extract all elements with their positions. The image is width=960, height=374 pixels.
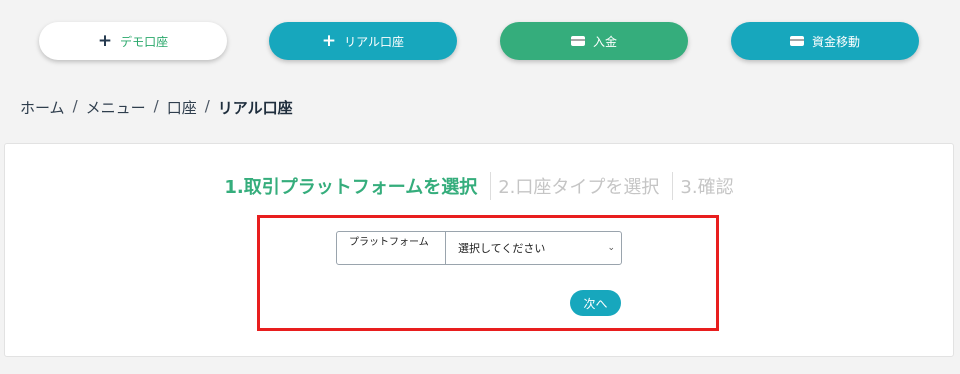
plus-icon: + [321,30,337,51]
breadcrumb-separator: / [204,97,210,115]
card-icon [789,36,804,46]
step-divider [490,172,492,200]
step-1-label: 1.取引プラットフォームを選択 [224,177,478,198]
step-2-label: 2.口座タイプを選択 [498,177,660,198]
card-icon [570,36,585,46]
transfer-button[interactable]: 資金移動 [731,22,919,60]
breadcrumb-account[interactable]: 口座 [167,97,197,118]
demo-account-button[interactable]: + デモ口座 [39,22,227,60]
transfer-label: 資金移動 [811,34,860,49]
breadcrumb-separator: / [72,97,78,115]
step-3-label: 3.確認 [680,177,734,198]
deposit-label: 入金 [592,34,617,49]
platform-dropdown[interactable]: 選択してください ⌄ [446,232,621,264]
real-account-label: リアル口座 [344,34,405,49]
platform-selected-value: 選択してください [458,242,546,255]
step-indicator: 1.取引プラットフォームを選択 2.口座タイプを選択 3.確認 [5,172,953,200]
next-button[interactable]: 次へ [570,290,621,316]
breadcrumb-home[interactable]: ホーム [20,97,65,118]
account-open-panel: 1.取引プラットフォームを選択 2.口座タイプを選択 3.確認 プラットフォーム… [4,143,954,357]
deposit-button[interactable]: 入金 [500,22,688,60]
breadcrumb-current: リアル口座 [217,99,293,117]
step-divider [672,172,674,200]
plus-icon: + [97,30,113,51]
breadcrumb-menu[interactable]: メニュー [86,97,146,118]
platform-select[interactable]: プラットフォーム 選択してください ⌄ [336,231,622,265]
breadcrumb-separator: / [153,97,159,115]
demo-account-label: デモ口座 [120,34,169,49]
real-account-button[interactable]: + リアル口座 [269,22,457,60]
chevron-down-icon: ⌄ [607,243,615,253]
breadcrumb: ホーム / メニュー / 口座 / リアル口座 [20,97,293,118]
platform-label: プラットフォーム [337,232,446,264]
